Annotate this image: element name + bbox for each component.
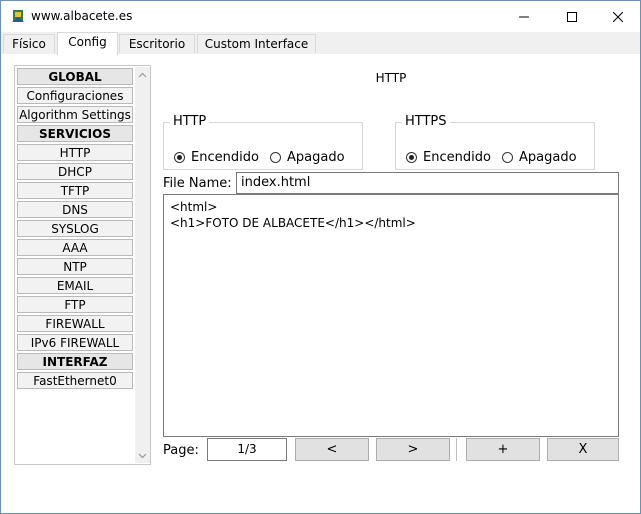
config-panel: GLOBAL Configuraciones Algorithm Setting… [1, 54, 640, 513]
title-bar: www.albacete.es [1, 1, 640, 32]
sidebar-item-dhcp[interactable]: DHCP [17, 163, 133, 180]
sidebar: GLOBAL Configuraciones Algorithm Setting… [14, 65, 151, 465]
http-group-label: HTTP [170, 114, 210, 129]
sidebar-header-servicios: SERVICIOS [17, 125, 133, 142]
sidebar-item-algorithm-settings[interactable]: Algorithm Settings [17, 106, 133, 123]
sidebar-item-aaa[interactable]: AAA [17, 239, 133, 256]
sidebar-item-email[interactable]: EMAIL [17, 277, 133, 294]
minimize-icon [519, 16, 529, 17]
sidebar-item-ntp[interactable]: NTP [17, 258, 133, 275]
app-icon [12, 10, 24, 22]
tab-custom-interface[interactable]: Custom Interface [197, 34, 316, 53]
file-name-label: File Name: [163, 176, 232, 191]
button-separator [456, 438, 457, 461]
close-button[interactable] [595, 1, 641, 32]
sidebar-item-tftp[interactable]: TFTP [17, 182, 133, 199]
http-on-label: Encendido [191, 150, 259, 165]
sidebar-item-http[interactable]: HTTP [17, 144, 133, 161]
section-title: HTTP [375, 71, 407, 85]
sidebar-item-ftp[interactable]: FTP [17, 296, 133, 313]
sidebar-item-syslog[interactable]: SYSLOG [17, 220, 133, 237]
https-off-radio[interactable]: Apagado [502, 150, 577, 165]
http-settings: HTTP HTTP Encendido Apagado HTTPS Encend… [161, 54, 631, 513]
minimize-button[interactable] [501, 1, 547, 32]
http-off-radio[interactable]: Apagado [270, 150, 345, 165]
close-icon [613, 11, 623, 22]
http-off-label: Apagado [287, 150, 345, 165]
html-editor[interactable]: <html> <h1>FOTO DE ALBACETE</h1></html> [163, 194, 619, 437]
https-on-radio[interactable]: Encendido [406, 150, 491, 165]
https-off-label: Apagado [519, 150, 577, 165]
sidebar-header-interfaz: INTERFAZ [17, 353, 133, 370]
tab-fisico[interactable]: Físico [3, 34, 55, 53]
radio-checked-icon [406, 152, 417, 163]
tab-config[interactable]: Config [57, 32, 118, 55]
app-window: www.albacete.es Físico Config Escritorio… [0, 0, 641, 514]
radio-unchecked-icon [270, 152, 281, 163]
next-page-button[interactable]: > [376, 438, 450, 461]
sidebar-header-global: GLOBAL [17, 68, 133, 85]
sidebar-item-ipv6-firewall[interactable]: IPv6 FIREWALL [17, 334, 133, 351]
sidebar-scrollbar[interactable] [135, 67, 150, 463]
maximize-icon [567, 11, 577, 22]
https-on-label: Encendido [423, 150, 491, 165]
sidebar-item-firewall[interactable]: FIREWALL [17, 315, 133, 332]
radio-unchecked-icon [502, 152, 513, 163]
tab-bar: Físico Config Escritorio Custom Interfac… [1, 32, 640, 55]
page-indicator[interactable]: 1/3 [207, 438, 287, 461]
sidebar-item-dns[interactable]: DNS [17, 201, 133, 218]
radio-checked-icon [174, 152, 185, 163]
sidebar-item-configuraciones[interactable]: Configuraciones [17, 87, 133, 104]
sidebar-item-fastethernet0[interactable]: FastEthernet0 [17, 372, 133, 389]
https-group-label: HTTPS [402, 114, 450, 129]
file-name-input[interactable]: index.html [236, 172, 619, 194]
prev-page-button[interactable]: < [295, 438, 369, 461]
https-group: HTTPS Encendido Apagado [395, 114, 595, 170]
http-group: HTTP Encendido Apagado [163, 114, 363, 170]
window-title: www.albacete.es [31, 9, 133, 23]
maximize-button[interactable] [549, 1, 595, 32]
add-page-button[interactable]: + [466, 438, 540, 461]
http-on-radio[interactable]: Encendido [174, 150, 259, 165]
page-label: Page: [163, 443, 199, 458]
scroll-down-icon[interactable] [138, 451, 147, 460]
remove-page-button[interactable]: X [547, 438, 619, 461]
tab-escritorio[interactable]: Escritorio [119, 34, 195, 53]
scroll-up-icon[interactable] [138, 71, 147, 80]
